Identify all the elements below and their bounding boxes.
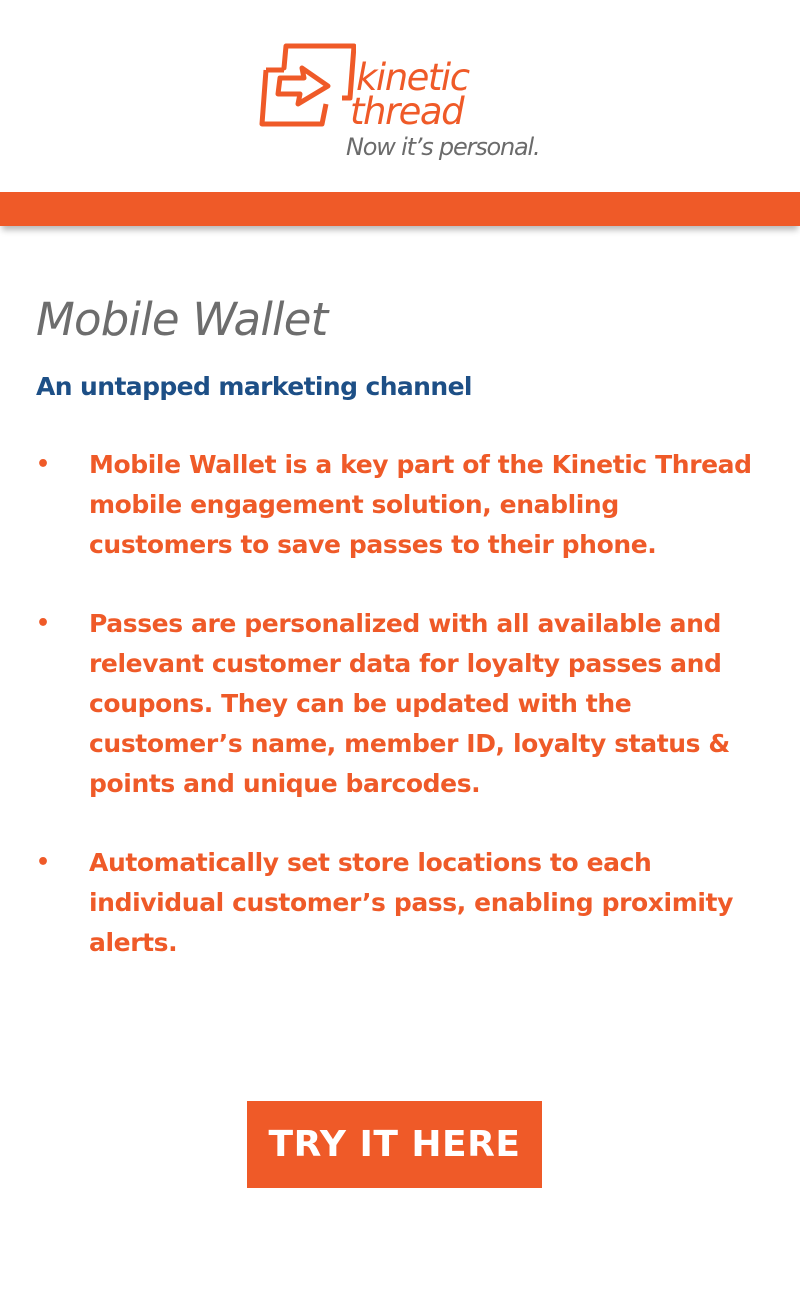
arrow-in-box-icon bbox=[259, 43, 356, 127]
list-item-text: Automatically set store locations to eac… bbox=[89, 848, 733, 957]
bullet-icon: • bbox=[36, 850, 50, 875]
logo-wordmark-thread: thread bbox=[350, 90, 465, 133]
bullet-icon: • bbox=[36, 452, 50, 477]
try-it-here-button[interactable]: TRY IT HERE bbox=[247, 1101, 542, 1188]
bullet-icon: • bbox=[36, 611, 50, 636]
list-item: • Automatically set store locations to e… bbox=[36, 843, 756, 963]
list-item: • Mobile Wallet is a key part of the Kin… bbox=[36, 445, 756, 565]
list-item-text: Passes are personalized with all availab… bbox=[89, 609, 730, 798]
kinetic-thread-logo[interactable]: kinetic thread Now it’s personal. bbox=[252, 40, 552, 170]
main-content: Mobile Wallet An untapped marketing chan… bbox=[36, 290, 756, 1002]
list-item-text: Mobile Wallet is a key part of the Kinet… bbox=[89, 450, 752, 559]
list-item: • Passes are personalized with all avail… bbox=[36, 604, 756, 804]
page-title: Mobile Wallet bbox=[36, 293, 328, 346]
page-subtitle: An untapped marketing channel bbox=[36, 372, 473, 401]
header: kinetic thread Now it’s personal. bbox=[0, 0, 800, 192]
logo-tagline: Now it’s personal. bbox=[346, 133, 541, 161]
feature-list: • Mobile Wallet is a key part of the Kin… bbox=[36, 445, 756, 963]
header-accent-bar bbox=[0, 192, 800, 226]
